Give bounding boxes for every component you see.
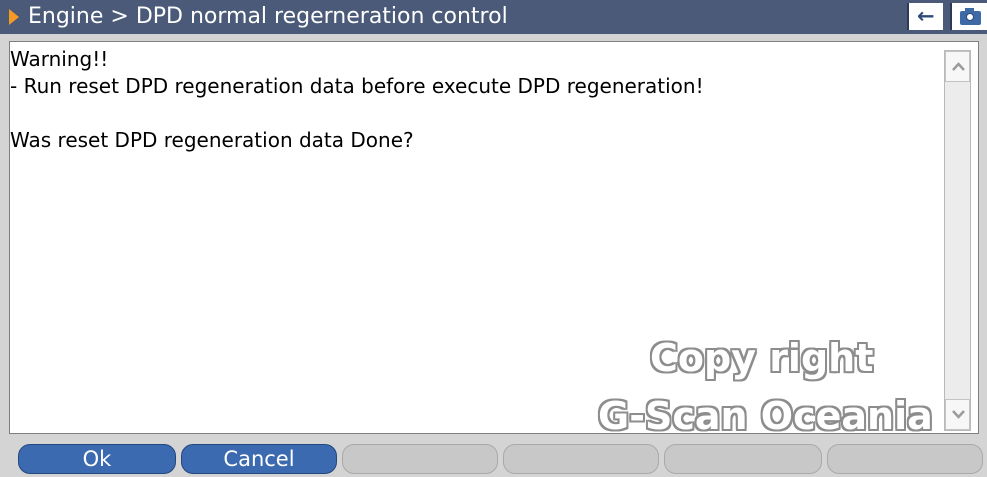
function-key-4: [503, 444, 659, 474]
breadcrumb-arrow-icon: [9, 9, 19, 25]
message-line-instruction: - Run reset DPD regeneration data before…: [10, 74, 704, 98]
message-line-question: Was reset DPD regeneration data Done?: [10, 128, 414, 152]
function-key-bar: Ok Cancel: [0, 441, 987, 477]
message-line-blank: [10, 100, 704, 127]
title-bar: Engine > DPD normal regerneration contro…: [0, 0, 987, 34]
chevron-down-icon: [952, 410, 965, 419]
function-key-6: [827, 444, 983, 474]
function-key-5: [664, 444, 822, 474]
ok-button[interactable]: Ok: [18, 444, 176, 474]
camera-lens: [966, 13, 974, 21]
scroll-up-button[interactable]: [945, 51, 970, 82]
scroll-down-button[interactable]: [945, 399, 970, 430]
watermark-line-2: G-Scan Oceania: [598, 394, 933, 438]
back-button[interactable]: ←: [907, 3, 943, 30]
vertical-scrollbar[interactable]: [944, 50, 971, 431]
arrow-left-icon: ←: [917, 4, 935, 28]
watermark-line-1: Copy right: [650, 336, 874, 380]
screenshot-button[interactable]: [950, 3, 987, 30]
breadcrumb: Engine > DPD normal regerneration contro…: [28, 4, 508, 29]
function-key-3: [342, 444, 498, 474]
message-line-warning: Warning!!: [10, 47, 109, 71]
chevron-up-icon: [952, 62, 965, 71]
message-text: Warning!! - Run reset DPD regeneration d…: [10, 46, 704, 154]
cancel-button[interactable]: Cancel: [181, 444, 337, 474]
